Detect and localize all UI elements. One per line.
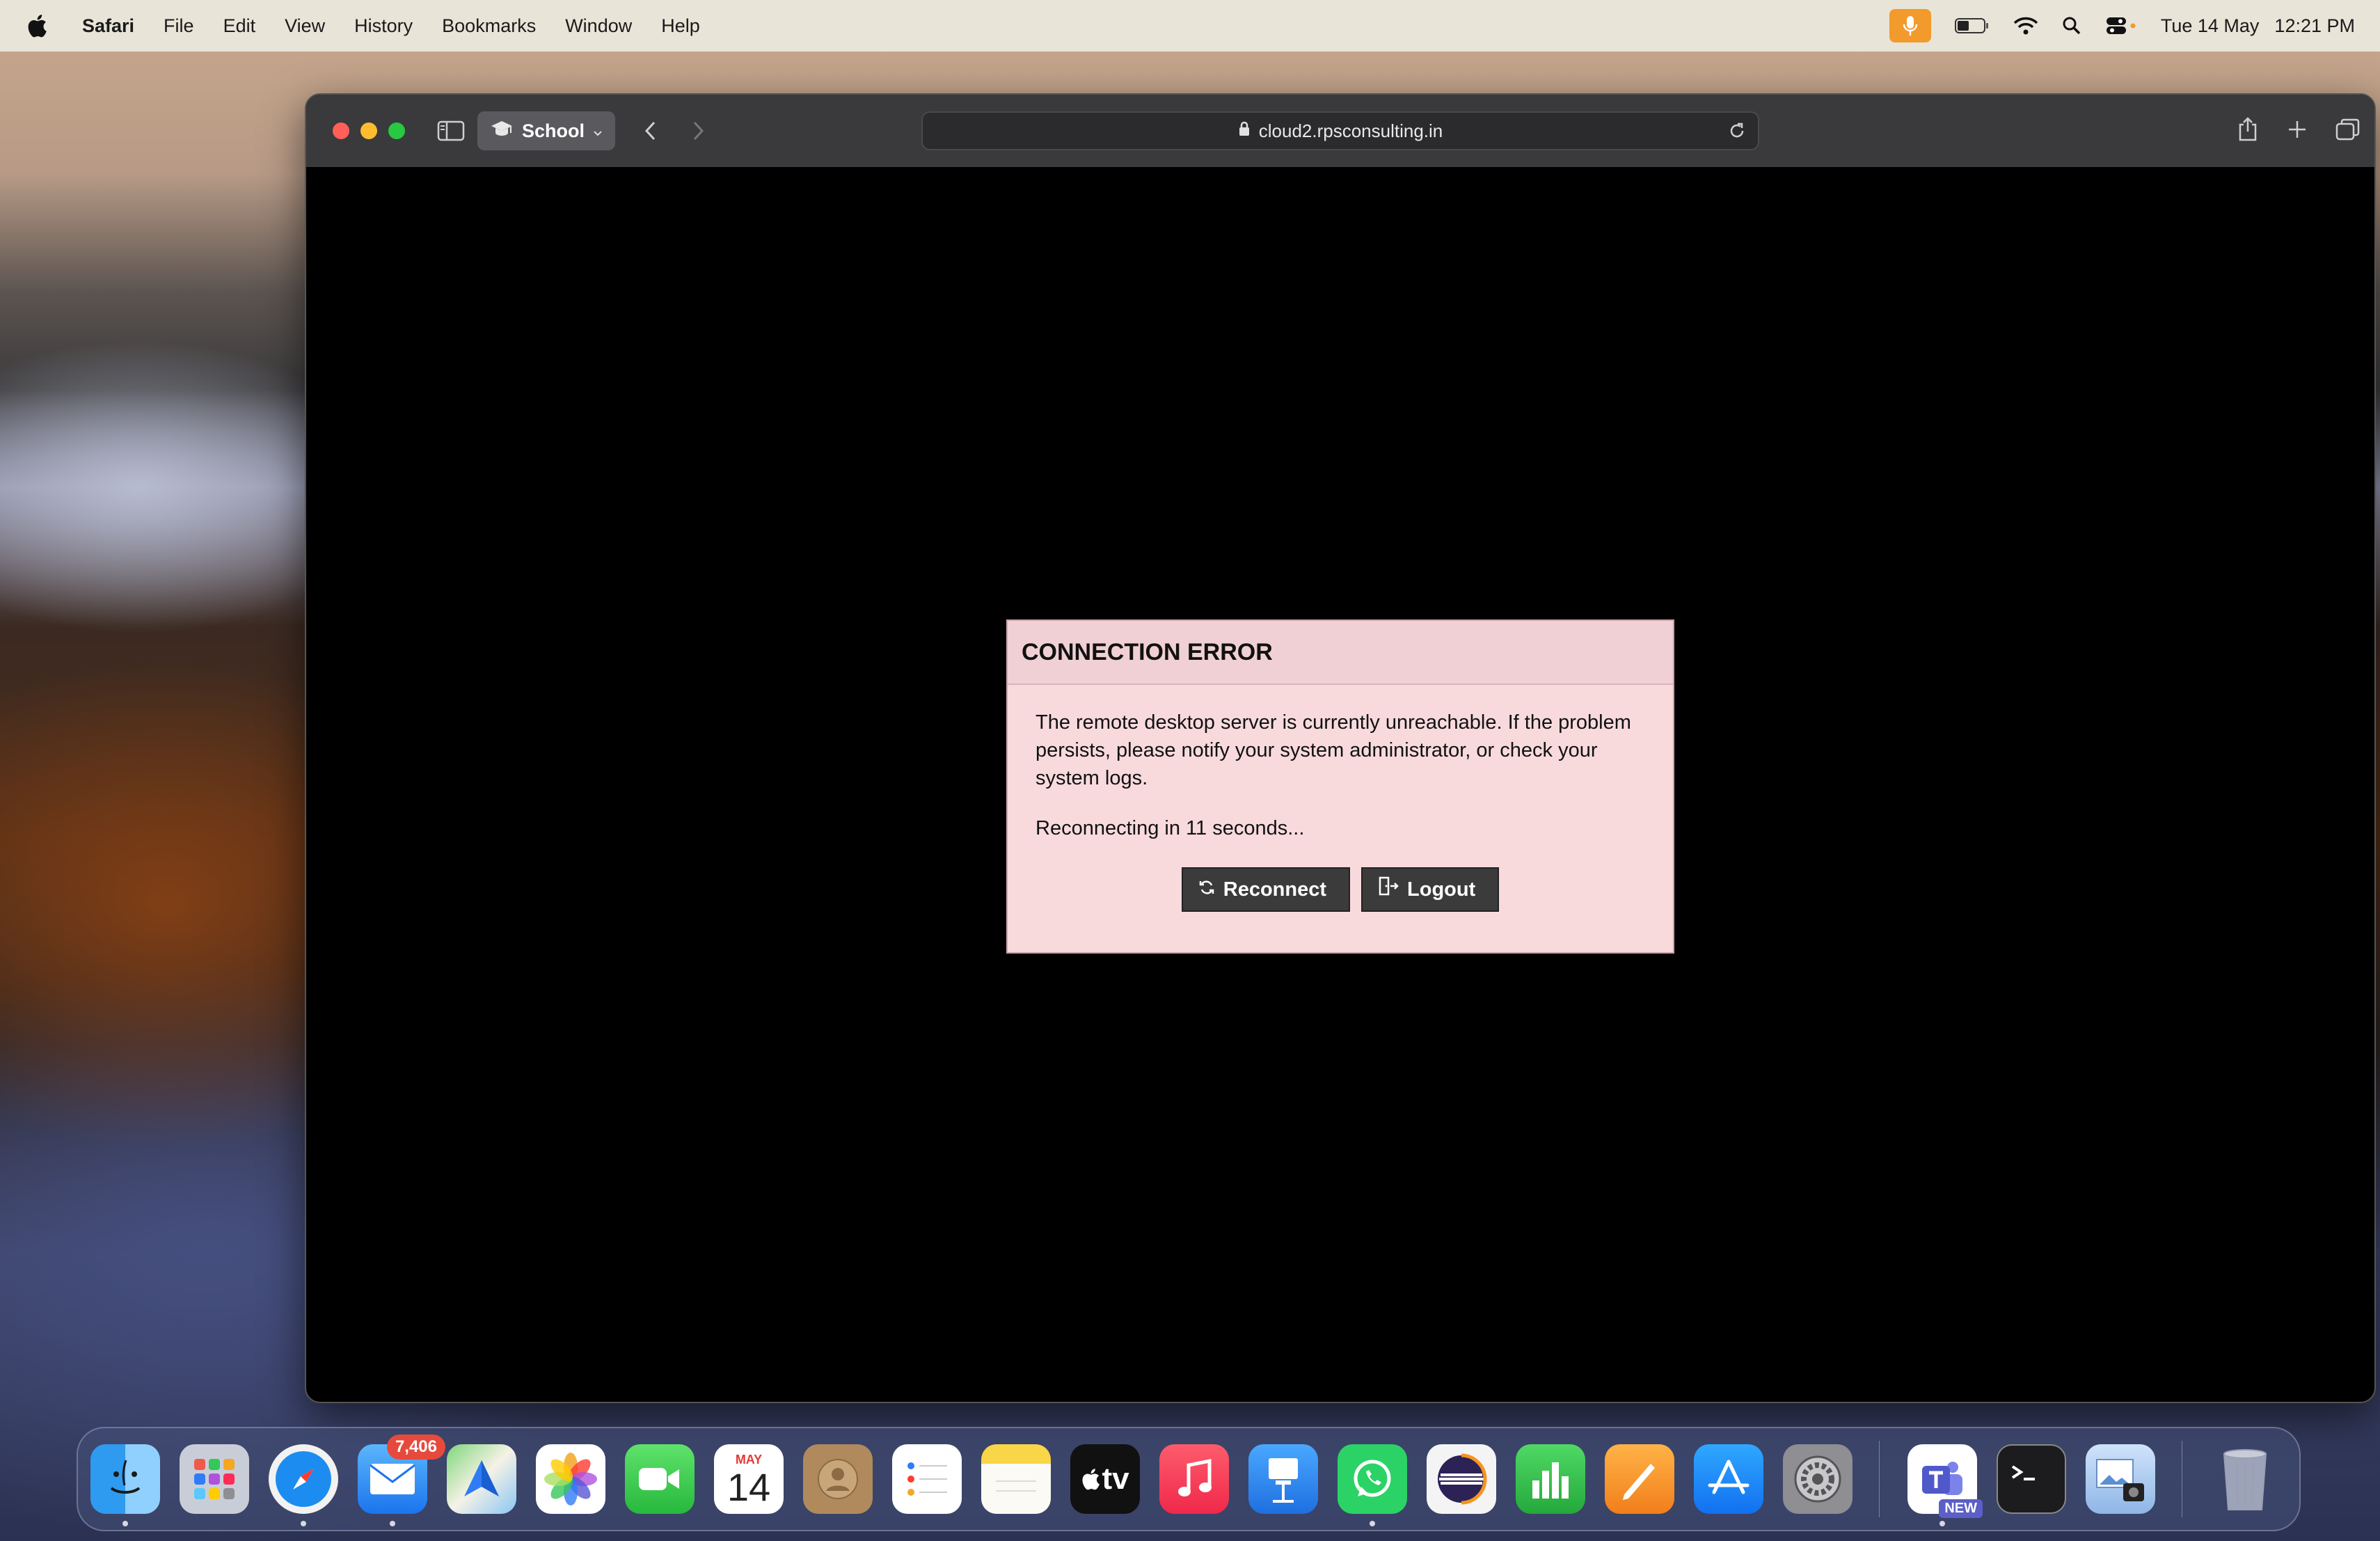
battery-icon[interactable] xyxy=(1954,17,1990,35)
window-controls xyxy=(333,123,405,139)
running-indicator xyxy=(122,1521,128,1526)
dialog-actions: Reconnect Logout xyxy=(1036,867,1645,912)
apple-menu-icon[interactable] xyxy=(26,12,53,40)
dialog-title: CONNECTION ERROR xyxy=(1008,621,1673,685)
app-store-icon[interactable] xyxy=(1694,1444,1763,1514)
reconnect-button[interactable]: Reconnect xyxy=(1181,867,1351,912)
menu-bar: Safari File Edit View History Bookmarks … xyxy=(0,0,2380,52)
safari-icon[interactable] xyxy=(269,1444,338,1526)
trash-icon[interactable] xyxy=(2210,1444,2280,1514)
graduation-cap-icon xyxy=(490,119,514,143)
logout-icon xyxy=(1378,876,1399,903)
logout-label: Logout xyxy=(1407,878,1476,901)
lock-icon xyxy=(1238,120,1251,142)
running-indicator xyxy=(1370,1521,1375,1526)
connection-error-dialog: CONNECTION ERROR The remote desktop serv… xyxy=(1006,619,1674,954)
error-message: The remote desktop server is currently u… xyxy=(1036,711,1631,789)
finder-icon[interactable] xyxy=(90,1444,160,1526)
facetime-icon[interactable] xyxy=(625,1444,695,1514)
toolbar-right-actions xyxy=(2237,95,2361,167)
dock-separator xyxy=(1879,1441,1880,1517)
menu-help[interactable]: Help xyxy=(661,15,700,37)
control-center-icon[interactable] xyxy=(2105,16,2137,35)
refresh-icon xyxy=(1198,876,1215,903)
clock-date: Tue 14 May xyxy=(2160,15,2260,36)
menu-clock[interactable]: Tue 14 May 12:21 PM xyxy=(2161,15,2355,37)
profile-name: School xyxy=(522,120,585,141)
calendar-day: 14 xyxy=(727,1464,771,1509)
url-text: cloud2.rpsconsulting.in xyxy=(1258,120,1443,141)
back-button[interactable] xyxy=(636,117,664,145)
notes-icon[interactable] xyxy=(981,1444,1051,1514)
running-indicator xyxy=(301,1521,306,1526)
launchpad-icon[interactable] xyxy=(180,1444,249,1514)
profile-selector[interactable]: School xyxy=(477,111,616,150)
new-tab-icon[interactable] xyxy=(2287,119,2308,143)
minimize-window-button[interactable] xyxy=(360,123,377,139)
share-icon[interactable] xyxy=(2237,116,2259,146)
microsoft-teams-icon[interactable]: NEW xyxy=(1907,1444,1983,1526)
menu-file[interactable]: File xyxy=(164,15,194,37)
menu-window[interactable]: Window xyxy=(565,15,632,37)
sidebar-toggle-icon[interactable] xyxy=(437,120,466,142)
menu-edit[interactable]: Edit xyxy=(223,15,256,37)
running-indicator xyxy=(1939,1521,1945,1526)
menu-app-name[interactable]: Safari xyxy=(82,15,134,37)
clock-time: 12:21 PM xyxy=(2274,15,2355,36)
browser-toolbar: School cloud2.rpsconsulting.in xyxy=(306,95,2374,167)
eclipse-icon[interactable] xyxy=(1427,1444,1496,1514)
preview-icon[interactable] xyxy=(2086,1444,2155,1514)
whatsapp-icon[interactable] xyxy=(1338,1444,1407,1526)
reconnect-status: Reconnecting in 11 seconds... xyxy=(1036,817,1305,839)
address-bar[interactable]: cloud2.rpsconsulting.in xyxy=(921,111,1759,150)
mail-unread-badge: 7,406 xyxy=(386,1435,445,1460)
tab-overview-icon[interactable] xyxy=(2335,118,2361,145)
maps-icon[interactable] xyxy=(447,1444,516,1514)
numbers-icon[interactable] xyxy=(1516,1444,1585,1514)
mail-icon[interactable]: 7,406 xyxy=(358,1435,445,1526)
forward-button[interactable] xyxy=(685,117,713,145)
menu-history[interactable]: History xyxy=(354,15,413,37)
menu-bookmarks[interactable]: Bookmarks xyxy=(442,15,536,37)
running-indicator xyxy=(390,1521,395,1526)
tv-label: tv xyxy=(1102,1462,1129,1496)
wifi-icon[interactable] xyxy=(2013,16,2038,35)
dock: 7,406 MAY 14 tv NEW xyxy=(77,1427,2301,1531)
logout-button[interactable]: Logout xyxy=(1361,867,1500,912)
menu-view[interactable]: View xyxy=(285,15,325,37)
reconnect-label: Reconnect xyxy=(1223,878,1327,901)
zoom-window-button[interactable] xyxy=(388,123,405,139)
terminal-icon[interactable] xyxy=(1997,1444,2066,1514)
music-icon[interactable] xyxy=(1159,1444,1229,1514)
photos-icon[interactable] xyxy=(536,1444,605,1514)
microphone-icon[interactable] xyxy=(1889,9,1931,42)
safari-window: School cloud2.rpsconsulting.in CONNECTIO… xyxy=(305,93,2376,1403)
reload-icon[interactable] xyxy=(1727,121,1747,145)
contacts-icon[interactable] xyxy=(803,1444,873,1514)
dialog-body: The remote desktop server is currently u… xyxy=(1008,685,1673,912)
close-window-button[interactable] xyxy=(333,123,349,139)
keynote-icon[interactable] xyxy=(1248,1444,1318,1514)
calendar-icon[interactable]: MAY 14 xyxy=(714,1444,784,1514)
teams-new-badge: NEW xyxy=(1939,1499,1983,1518)
reminders-icon[interactable] xyxy=(892,1444,962,1514)
system-settings-icon[interactable] xyxy=(1783,1444,1853,1514)
pages-icon[interactable] xyxy=(1605,1444,1674,1514)
spotlight-search-icon[interactable] xyxy=(2062,16,2081,35)
chevron-down-icon xyxy=(593,120,603,142)
apple-tv-icon[interactable]: tv xyxy=(1070,1444,1140,1514)
